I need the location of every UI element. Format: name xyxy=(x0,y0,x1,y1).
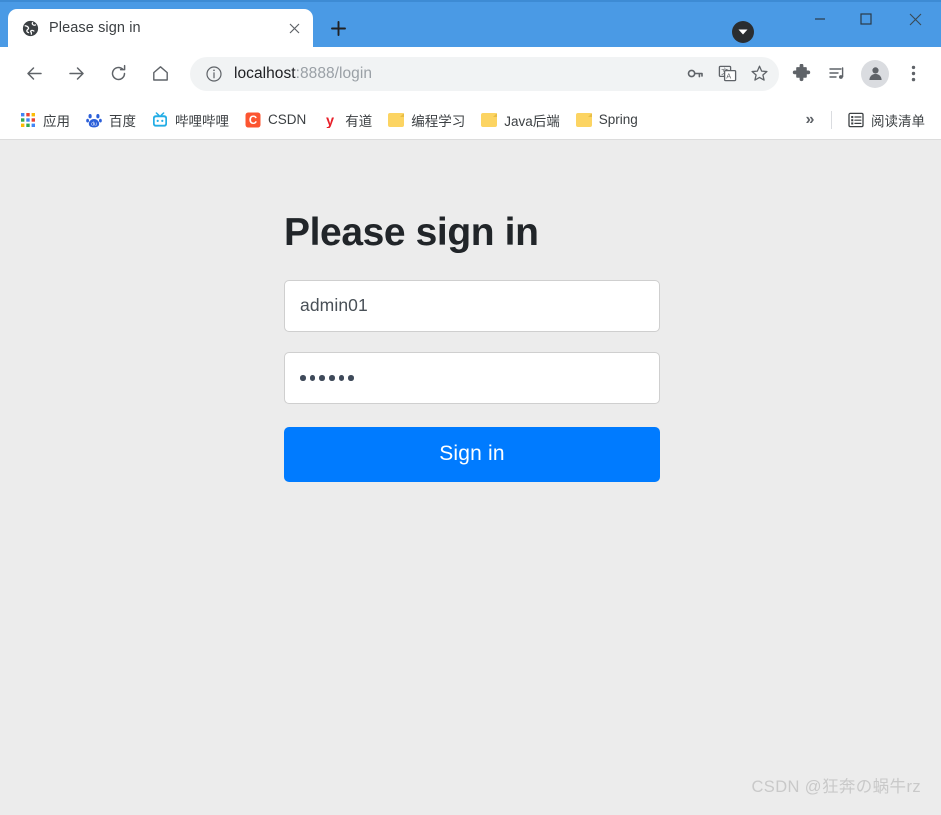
bookmark-item-apps[interactable]: 应用 xyxy=(12,107,78,133)
globe-icon xyxy=(22,20,39,36)
maximize-icon xyxy=(860,13,872,25)
tab-title: Please sign in xyxy=(49,20,141,36)
plus-icon xyxy=(330,20,346,36)
back-button[interactable] xyxy=(16,56,52,92)
new-tab-button[interactable] xyxy=(321,11,355,45)
svg-text:y: y xyxy=(326,113,334,128)
url-path: :8888/login xyxy=(295,64,373,82)
password-input[interactable] xyxy=(284,351,660,404)
site-information-icon[interactable] xyxy=(204,64,224,84)
bookmark-item-bilibili[interactable]: 哔哩哔哩 xyxy=(144,107,237,133)
extensions-puzzle-icon[interactable] xyxy=(783,56,819,92)
translate-icon[interactable]: 文 A xyxy=(711,59,743,89)
bookmark-item-baidu[interactable]: du 百度 xyxy=(78,107,144,133)
reading-list-icon xyxy=(848,112,864,127)
forward-button[interactable] xyxy=(58,56,94,92)
three-dot-menu-icon[interactable] xyxy=(895,56,931,92)
profile-avatar[interactable] xyxy=(861,59,889,88)
password-manager-icon[interactable] xyxy=(679,59,711,89)
bookmark-label: Java后端 xyxy=(504,113,560,129)
bookmark-label: 有道 xyxy=(345,113,373,129)
svg-text:C: C xyxy=(249,115,257,127)
bookmark-label: 编程学习 xyxy=(411,113,466,129)
media-control-icon[interactable] xyxy=(819,56,855,92)
address-bar[interactable]: localhost:8888/login 文 A xyxy=(190,56,779,91)
browser-toolbar: localhost:8888/login 文 A xyxy=(0,47,941,100)
bookmark-folder-java-backend[interactable]: Java后端 xyxy=(473,107,568,133)
svg-text:A: A xyxy=(726,71,731,80)
person-icon xyxy=(868,67,882,80)
bookmarks-bar: 应用 du 百度 哔哩哔哩 C CSDN y 有道 编程学习 Java后端 Sp… xyxy=(0,100,941,140)
bookmark-folder-spring[interactable]: Spring xyxy=(568,107,646,133)
arrow-right-icon xyxy=(68,67,84,80)
minimize-button[interactable] xyxy=(797,0,843,38)
arrow-left-icon xyxy=(26,67,42,80)
baidu-icon: du xyxy=(86,113,102,127)
close-icon xyxy=(909,13,921,25)
url-host: localhost xyxy=(234,64,296,82)
window-controls xyxy=(797,0,941,38)
address-bar-url[interactable]: localhost:8888/login xyxy=(234,65,679,83)
bookmark-label: CSDN xyxy=(268,112,307,127)
bookmarks-overflow-button[interactable]: » xyxy=(797,107,823,133)
page-title: Please sign in xyxy=(284,211,539,254)
sign-in-form: Please sign in admin01 Sign in xyxy=(284,211,660,482)
close-tab-icon[interactable] xyxy=(283,17,305,39)
sign-in-button[interactable]: Sign in xyxy=(284,426,660,482)
bookmark-folder-programming[interactable]: 编程学习 xyxy=(380,107,473,133)
bookmark-item-csdn[interactable]: C CSDN xyxy=(237,107,314,133)
password-masked-value xyxy=(300,375,354,381)
folder-icon xyxy=(575,112,592,127)
chevron-down-icon xyxy=(738,29,748,35)
browser-title-bar: Please sign in xyxy=(0,0,941,47)
reload-icon xyxy=(111,64,125,81)
minimize-icon xyxy=(815,18,825,20)
folder-icon xyxy=(481,112,498,127)
bookmark-star-icon[interactable] xyxy=(743,59,775,89)
omnibox-actions: 文 A xyxy=(679,59,775,89)
browser-toolbar-right xyxy=(783,56,931,92)
reading-list-label: 阅读清单 xyxy=(871,113,925,129)
apps-grid-icon xyxy=(21,112,35,127)
bookmarks-divider xyxy=(831,110,832,129)
maximize-button[interactable] xyxy=(843,0,889,38)
bilibili-icon xyxy=(153,111,167,127)
bookmark-item-youdao[interactable]: y 有道 xyxy=(314,107,380,133)
page-viewport: Please sign in admin01 Sign in CSDN @狂奔の… xyxy=(0,140,941,815)
reload-button[interactable] xyxy=(100,56,136,92)
bookmark-label: 应用 xyxy=(43,113,70,129)
csdn-icon: C xyxy=(245,112,261,127)
browser-tab-please-sign-in[interactable]: Please sign in xyxy=(8,9,313,47)
close-window-button[interactable] xyxy=(889,0,941,38)
username-input[interactable]: admin01 xyxy=(284,279,660,332)
youdao-icon: y xyxy=(326,113,334,128)
tab-search-dropdown-button[interactable] xyxy=(732,21,754,43)
svg-text:du: du xyxy=(91,121,97,127)
home-icon xyxy=(152,66,168,81)
watermark: CSDN @狂奔の蜗牛rz xyxy=(751,778,921,796)
folder-icon xyxy=(388,112,405,127)
home-button[interactable] xyxy=(142,56,178,92)
bookmark-label: 哔哩哔哩 xyxy=(175,113,229,129)
bookmark-label: 百度 xyxy=(109,113,136,129)
bookmark-label: Spring xyxy=(598,112,638,127)
reading-list-button[interactable]: 阅读清单 xyxy=(840,107,933,133)
